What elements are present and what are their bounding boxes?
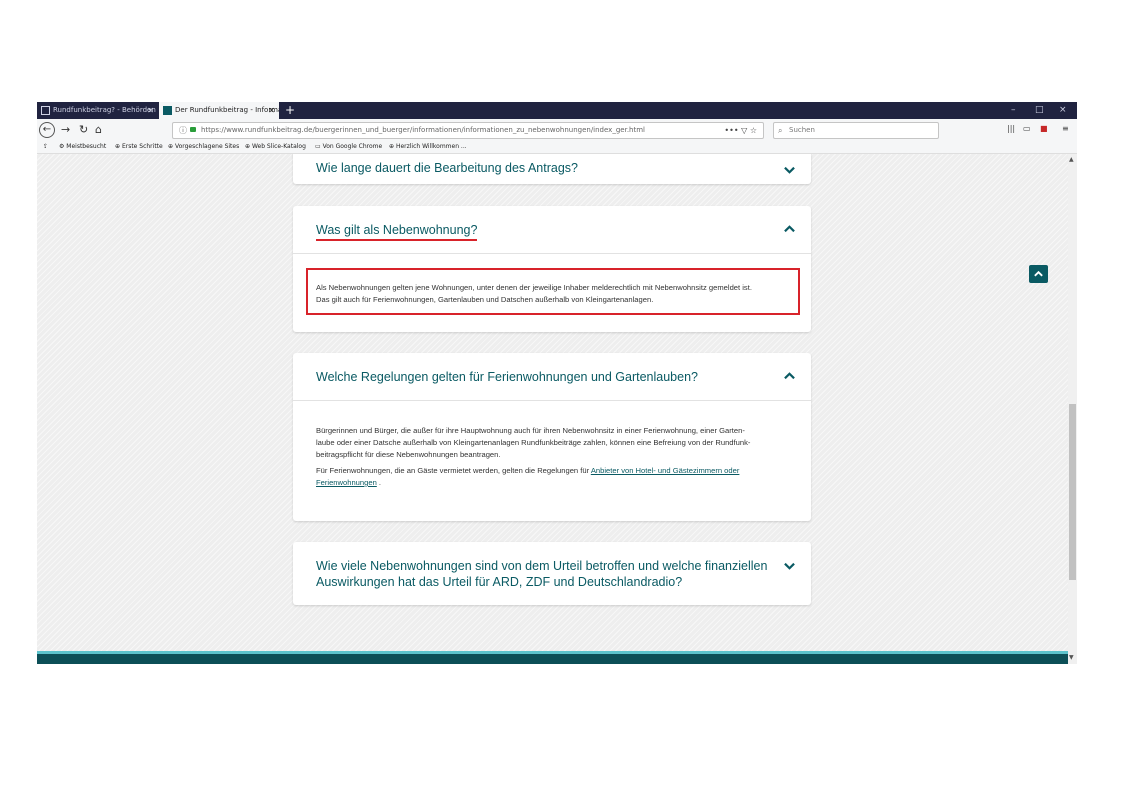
faq-item-title[interactable]: Wie viele Nebenwohnungen sind von dem Ur… [316, 558, 767, 590]
url-bar[interactable]: ⓘ https://www.rundfunkbeitrag.de/buerger… [172, 122, 764, 139]
faq-item-nebenwohnung[interactable]: Was gilt als Nebenwohnung? Als Nebenwohn… [293, 206, 811, 332]
tab-rundfunkbeitrag-behoerden[interactable]: Rundfunkbeitrag? - Behörden — ... ✕ [37, 102, 158, 119]
close-tab-icon[interactable]: ✕ [147, 102, 154, 119]
title-line: Wie viele Nebenwohnungen sind von dem Ur… [316, 559, 768, 573]
chevron-up-icon[interactable] [784, 224, 795, 235]
bookmarks-bar: ⇪ ⚙ Meistbesucht ⊕ Erste Schritte ⊕ Vorg… [37, 141, 1077, 154]
page-icon [41, 106, 50, 115]
bookmark-label: Herzlich Willkommen ... [395, 143, 467, 150]
body-text: Für Ferienwohnungen, die an Gäste vermie… [316, 466, 591, 475]
faq-item-bearbeitung[interactable]: Wie lange dauert die Bearbeitung des Ant… [293, 154, 811, 184]
title-line: Auswirkungen hat das Urteil für ARD, ZDF… [316, 575, 683, 589]
lock-icon [190, 127, 196, 132]
tab-label: Der Rundfunkbeitrag - Informa... [175, 106, 279, 114]
scroll-to-top-button[interactable] [1029, 265, 1048, 283]
body-line: laube oder einer Datsche außerhalb von K… [316, 438, 751, 447]
body-line: Als Nebenwohnungen gelten jene Wohnungen… [316, 283, 752, 292]
page-actions-icon[interactable]: ••• ▽ ☆ [724, 123, 757, 138]
tab-label: Rundfunkbeitrag? - Behörden — ... [53, 106, 158, 114]
url-text[interactable]: https://www.rundfunkbeitrag.de/buergerin… [201, 123, 645, 138]
library-icon[interactable]: ||| [1007, 124, 1015, 133]
bookmark-meistbesucht[interactable]: ⚙ Meistbesucht [59, 141, 106, 153]
scrollbar-thumb[interactable] [1069, 404, 1076, 580]
bookmark-web-slice-katalog[interactable]: ⊕ Web Slice-Katalog [245, 141, 306, 153]
body-line: Bürgerinnen und Bürger, die außer für ih… [316, 426, 745, 435]
faq-item-ferienwohnungen[interactable]: Welche Regelungen gelten für Ferienwohnu… [293, 353, 811, 521]
close-window-button[interactable]: × [1059, 102, 1067, 118]
navigation-bar: ← → ↻ ⌂ ⓘ https://www.rundfunkbeitrag.de… [37, 119, 1077, 141]
body-text: . [378, 478, 382, 487]
hotel-gaestezimmer-link[interactable]: Anbieter von Hotel- und Gästezimmern ode… [591, 466, 740, 475]
chevron-down-icon[interactable] [784, 560, 795, 571]
back-arrow-icon[interactable]: ← [39, 122, 55, 138]
search-input[interactable]: ⌕ Suchen [773, 122, 939, 139]
browser-window: Rundfunkbeitrag? - Behörden — ... ✕ Der … [37, 102, 1077, 664]
body-paragraph: Für Ferienwohnungen, die an Gäste vermie… [316, 465, 794, 489]
forward-arrow-icon[interactable]: → [61, 122, 70, 138]
body-line: beitragspflicht für diese Nebenwohnungen… [316, 450, 501, 459]
info-icon[interactable]: ⓘ [179, 123, 187, 138]
home-icon[interactable]: ⌂ [95, 122, 102, 138]
faq-item-title[interactable]: Welche Regelungen gelten für Ferienwohnu… [316, 369, 698, 385]
ferienwohnungen-link[interactable]: Ferienwohnungen [316, 478, 377, 487]
chevron-down-icon[interactable] [784, 164, 795, 175]
reload-icon[interactable]: ↻ [79, 122, 88, 138]
divider [293, 253, 811, 254]
extension-icon[interactable]: ■ [1040, 124, 1048, 133]
maximize-button[interactable]: □ [1035, 102, 1044, 118]
divider [293, 400, 811, 401]
scroll-up-icon[interactable]: ▲ [1069, 156, 1074, 163]
bookmark-herzlich-willkommen[interactable]: ⊕ Herzlich Willkommen ... [389, 141, 467, 153]
bookmark-von-google-chrome[interactable]: ▭ Von Google Chrome [315, 141, 382, 153]
bookmark-label: Meistbesucht [66, 143, 107, 150]
page-content: Wie lange dauert die Bearbeitung des Ant… [37, 154, 1068, 664]
bookmark-label: Von Google Chrome [322, 143, 383, 150]
page-footer [37, 651, 1068, 664]
tab-der-rundfunkbeitrag[interactable]: Der Rundfunkbeitrag - Informa... ✕ [159, 102, 279, 119]
minimize-button[interactable]: – [1011, 102, 1016, 118]
bookmark-label: Vorgeschlagene Sites [174, 143, 240, 150]
menu-icon[interactable]: ≡ [1062, 124, 1069, 133]
tab-bar: Rundfunkbeitrag? - Behörden — ... ✕ Der … [37, 102, 1077, 119]
faq-item-body: Als Nebenwohnungen gelten jene Wohnungen… [316, 282, 794, 306]
faq-item-title[interactable]: Wie lange dauert die Bearbeitung des Ant… [316, 160, 578, 176]
sidebar-icon[interactable]: ▭ [1023, 124, 1031, 133]
bookmark-vorgeschlagene-sites[interactable]: ⊕ Vorgeschlagene Sites [168, 141, 239, 153]
chevron-up-icon[interactable] [784, 371, 795, 382]
scrollbar[interactable]: ▲ ▼ [1068, 154, 1077, 664]
search-icon: ⌕ [778, 126, 783, 135]
site-favicon-icon [163, 106, 172, 115]
new-tab-button[interactable]: + [285, 102, 295, 118]
highlight-underline [316, 239, 477, 241]
close-tab-icon[interactable]: ✕ [268, 102, 275, 119]
body-paragraph: Bürgerinnen und Bürger, die außer für ih… [316, 425, 794, 461]
chevron-up-icon [1034, 270, 1043, 277]
scroll-down-icon[interactable]: ▼ [1069, 654, 1074, 661]
faq-item-urteil[interactable]: Wie viele Nebenwohnungen sind von dem Ur… [293, 542, 811, 605]
faq-item-title[interactable]: Was gilt als Nebenwohnung? [316, 222, 477, 238]
search-placeholder: Suchen [789, 126, 815, 134]
body-line: Das gilt auch für Ferienwohnungen, Garte… [316, 295, 654, 304]
bookmark-label: Web Slice-Katalog [251, 143, 306, 150]
import-icon[interactable]: ⇪ [43, 141, 48, 153]
bookmark-label: Erste Schritte [121, 143, 163, 150]
bookmark-erste-schritte[interactable]: ⊕ Erste Schritte [115, 141, 163, 153]
faq-item-body: Bürgerinnen und Bürger, die außer für ih… [316, 425, 794, 493]
